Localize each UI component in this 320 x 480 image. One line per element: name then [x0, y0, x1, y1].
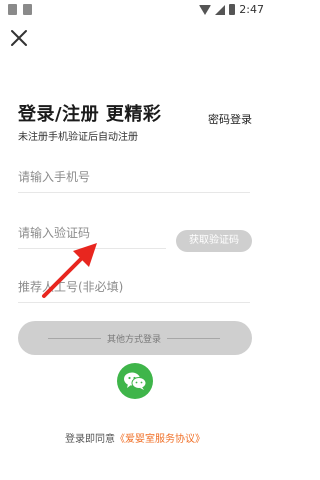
divider-line-left	[48, 337, 101, 339]
service-agreement-link[interactable]: 《爱婴室服务协议》	[115, 434, 205, 445]
get-code-button[interactable]: 获取验证码	[176, 230, 252, 252]
other-login-divider: 其他方式登录	[48, 331, 221, 345]
notification-icon	[8, 4, 17, 15]
referrer-input-underline	[18, 302, 250, 303]
battery-icon	[229, 4, 236, 15]
referrer-input[interactable]: 推荐人工号(非必填)	[18, 278, 123, 295]
wechat-icon	[124, 372, 147, 390]
image-icon	[23, 4, 32, 15]
phone-input[interactable]: 请输入手机号	[18, 168, 90, 185]
wechat-login-button[interactable]	[117, 363, 153, 399]
phone-input-underline	[18, 192, 250, 193]
close-button[interactable]	[9, 28, 31, 50]
close-icon	[11, 30, 27, 46]
verification-code-input[interactable]: 请输入验证码	[18, 224, 90, 241]
status-time: 2:47	[239, 3, 264, 16]
wifi-icon	[199, 4, 212, 15]
agreement-text: 登录即同意《爱婴室服务协议》	[0, 430, 270, 445]
other-login-label: 其他方式登录	[107, 334, 162, 345]
code-input-underline	[18, 248, 166, 249]
password-login-link[interactable]: 密码登录	[208, 111, 252, 127]
status-right: 2:47	[199, 3, 264, 16]
page-title: 登录/注册 更精彩	[18, 104, 162, 125]
page-subtitle: 未注册手机验证后自动注册	[18, 132, 138, 143]
divider-line-right	[167, 337, 221, 339]
signal-icon	[215, 4, 226, 15]
status-bar: 2:47	[0, 0, 270, 22]
agreement-prefix: 登录即同意	[65, 434, 115, 445]
status-left	[8, 4, 32, 15]
